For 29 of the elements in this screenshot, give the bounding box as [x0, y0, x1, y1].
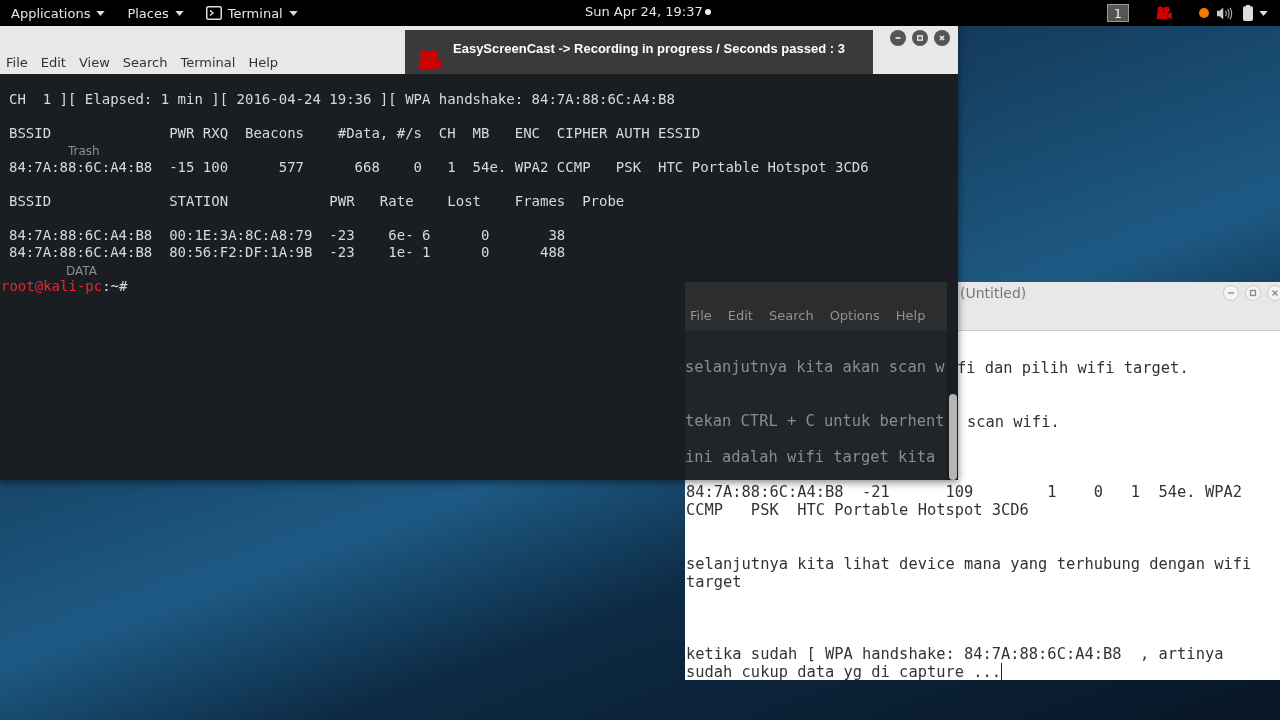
- desktop-icon-label: DATA: [66, 263, 97, 280]
- desktop-icon-label: Trash: [68, 143, 100, 160]
- app-menu[interactable]: Terminal: [205, 5, 298, 21]
- document-line[interactable]: fi dan pilih wifi target.: [957, 359, 1189, 377]
- terminal-line: BSSID PWR RXQ Beacons #Data, #/s CH MB ENC CIPHER AUTH ESSID: [9, 125, 701, 142]
- menu-item[interactable]: View: [78, 54, 110, 70]
- menu-item[interactable]: Search: [122, 54, 168, 70]
- notification-text: EasyScreenCast -> Recording in progress / Seconds passed : 3: [453, 41, 845, 56]
- menu-item[interactable]: Terminal: [180, 54, 236, 70]
- window-title: (Untitled): [960, 285, 1027, 301]
- top-menu[interactable]: Applications: [11, 5, 106, 21]
- document-line: selanjutnya kita akan scan w: [685, 358, 945, 376]
- prompt-path: :~#: [102, 278, 128, 294]
- document-text[interactable]: 84:7A:88:6C:A4:B8 -21 109 1 0 1 54e. WPA2 CCMP PSK HTC Portable Hotspot 3CD6 selanjutnya kita lihat device mana yang terhubung dengan wifi target ketika sudah [ WPA handshake: 84:7A:88:6C:A4:B8 , artinya sudah cukup data yg di capture ...: [686, 483, 1264, 680]
- terminal-line: BSSID STATION PWR Rate Lost Frames Probe: [9, 193, 625, 210]
- menu-item[interactable]: Edit: [40, 54, 66, 70]
- terminal-line: CH 1 ][ Elapsed: 1 min ][ 2016-04-24 19:36 ][ WPA handshake: 84:7A:88:6C:A4:B8: [9, 91, 675, 108]
- terminal-line: 84:7A:88:6C:A4:B8 00:1E:3A:8C:A8:79 -23 6e- 6 0 38: [9, 227, 566, 244]
- document-line: ini adalah wifi target kita: [685, 448, 936, 466]
- terminal-line: 84:7A:88:6C:A4:B8 80:56:F2:DF:1A:9B -23 1e- 1 0 488: [9, 244, 566, 261]
- workspace-indicator[interactable]: 1: [1107, 4, 1129, 22]
- menu-item[interactable]: Help: [248, 54, 279, 70]
- clock[interactable]: Sun Apr 24, 19:37: [585, 4, 711, 19]
- menu-item[interactable]: File: [6, 54, 28, 70]
- prompt-user-host: root@kali-pc: [1, 278, 103, 294]
- top-menu[interactable]: Places: [127, 5, 184, 21]
- document-line: tekan CTRL + C untuk berhent: [685, 412, 945, 430]
- terminal-line: 84:7A:88:6C:A4:B8 -15 100 577 668 0 1 54e. WPA2 CCMP PSK HTC Portable Hotspot 3CD6: [9, 159, 869, 176]
- document-line[interactable]: scan wifi.: [967, 413, 1060, 431]
